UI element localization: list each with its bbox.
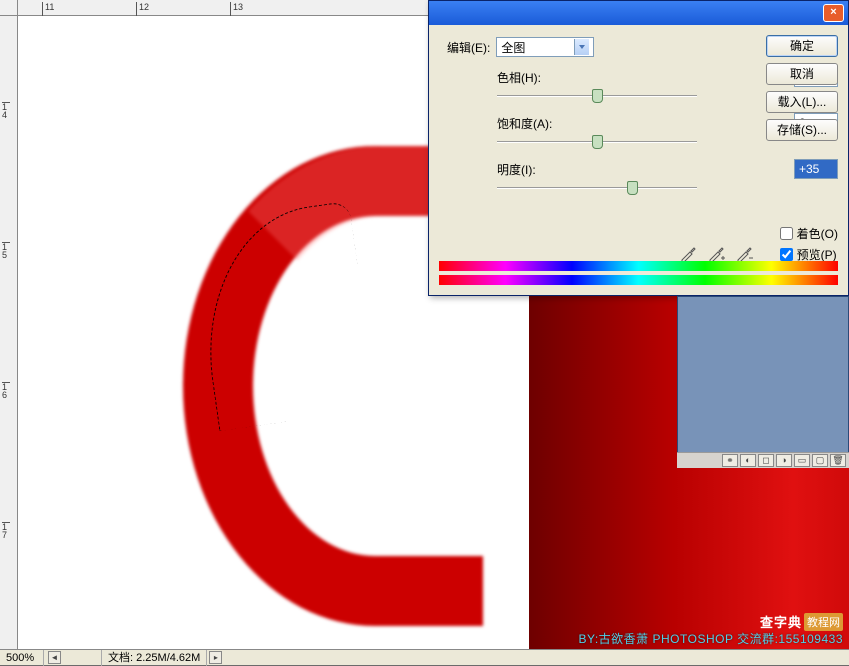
new-layer-icon[interactable]: ▢	[812, 454, 828, 467]
brand-watermark: 查字典 教程网	[760, 612, 843, 631]
ruler-corner	[0, 0, 18, 16]
brand-badge: 教程网	[804, 613, 843, 631]
colorize-checkbox-row[interactable]: 着色(O)	[780, 225, 838, 242]
link-icon[interactable]: ⚭	[722, 454, 738, 467]
dialog-body: 编辑(E): 全图 色相(H): 0 饱和度(A): 0	[429, 25, 848, 297]
colorize-checkbox[interactable]	[780, 227, 793, 240]
folder-icon[interactable]: ▭	[794, 454, 810, 467]
vertical-ruler: 1 4 1 5 1 6 1 7	[0, 16, 18, 649]
ruler-tick: 12	[136, 2, 149, 16]
colorize-label: 着色(O)	[797, 225, 838, 242]
close-icon[interactable]: ×	[823, 4, 844, 22]
hue-spectrum-strips	[439, 261, 838, 287]
lightness-input[interactable]: +35	[794, 159, 838, 179]
preview-checkbox[interactable]	[780, 248, 793, 261]
ruler-tick: 1 4	[2, 102, 10, 119]
doc-size-label: 文档:	[108, 652, 133, 664]
edit-dropdown-value: 全图	[501, 39, 525, 56]
hue-bar-top	[439, 261, 838, 271]
status-bar: 500% ◄ 文档: 2.25M/4.62M ▸	[0, 649, 849, 665]
lightness-slider[interactable]	[497, 181, 697, 195]
panel-footer-icons: ⚭ ◐ ◻ ◑ ▭ ▢ 🗑	[677, 452, 849, 468]
load-button[interactable]: 载入(L)...	[766, 91, 838, 113]
save-button[interactable]: 存储(S)...	[766, 119, 838, 141]
brand-text: 查字典	[760, 612, 802, 631]
photoshop-workspace: 11 12 13 1 4 1 5 1 6 1 7 × 编辑(E): 全图 色相	[0, 0, 849, 665]
ruler-tick: 1 6	[2, 382, 10, 399]
marquee-selection	[190, 201, 378, 431]
zoom-field[interactable]: 500%	[0, 650, 44, 666]
credit-watermark: BY:古欲香萧 PHOTOSHOP 交流群:155109433	[579, 630, 844, 647]
ruler-tick: 1 7	[2, 522, 10, 539]
saturation-label: 饱和度(A):	[497, 115, 569, 132]
saturation-slider[interactable]	[497, 135, 697, 149]
slider-thumb[interactable]	[592, 89, 603, 103]
ruler-tick: 1 5	[2, 242, 10, 259]
hue-bar-bottom	[439, 275, 838, 285]
ok-button[interactable]: 确定	[766, 35, 838, 57]
edit-label: 编辑(E):	[447, 39, 490, 56]
ruler-tick: 13	[230, 2, 243, 16]
hue-slider[interactable]	[497, 89, 697, 103]
popup-arrow-icon[interactable]: ▸	[209, 651, 222, 664]
cancel-button[interactable]: 取消	[766, 63, 838, 85]
ruler-tick: 11	[42, 2, 54, 16]
chevron-down-icon[interactable]	[574, 39, 589, 55]
dialog-title-bar[interactable]: ×	[429, 1, 848, 25]
mask-icon[interactable]: ◻	[758, 454, 774, 467]
scroll-left-icon[interactable]: ◄	[48, 651, 61, 664]
hue-label: 色相(H):	[497, 69, 569, 86]
slider-thumb[interactable]	[592, 135, 603, 149]
slider-thumb[interactable]	[627, 181, 638, 195]
fx-icon[interactable]: ◐	[740, 454, 756, 467]
doc-size-value: 2.25M/4.62M	[136, 652, 200, 664]
adjustment-icon[interactable]: ◑	[776, 454, 792, 467]
hue-saturation-dialog: × 编辑(E): 全图 色相(H): 0 饱和度(A):	[428, 0, 849, 296]
lightness-label: 明度(I):	[497, 161, 569, 178]
edit-dropdown[interactable]: 全图	[496, 37, 594, 57]
trash-icon[interactable]: 🗑	[830, 454, 846, 467]
floating-panel[interactable]	[677, 296, 849, 468]
